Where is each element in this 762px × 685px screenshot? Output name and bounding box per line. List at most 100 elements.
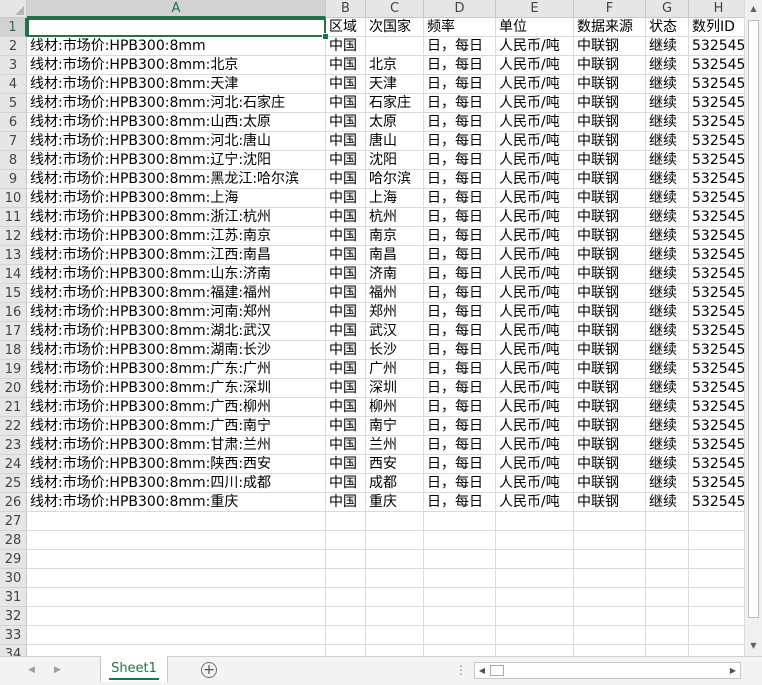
table-cell[interactable]: 线材:市场价:HPB300:8mm:重庆 bbox=[27, 493, 326, 512]
table-cell[interactable]: 中国 bbox=[326, 303, 366, 322]
table-cell[interactable]: 532545 bbox=[689, 132, 744, 151]
table-cell[interactable]: 继续 bbox=[646, 75, 689, 94]
empty-cell[interactable] bbox=[27, 607, 326, 626]
table-cell[interactable]: 深圳 bbox=[366, 379, 424, 398]
table-cell[interactable]: 中联钢 bbox=[574, 398, 646, 417]
empty-cell[interactable] bbox=[424, 531, 496, 550]
table-cell[interactable]: 日，每日 bbox=[424, 265, 496, 284]
table-cell[interactable]: 中国 bbox=[326, 474, 366, 493]
table-cell[interactable]: 人民币/吨 bbox=[496, 284, 574, 303]
sheet-tab-sheet1[interactable]: Sheet1 bbox=[100, 656, 168, 682]
table-cell[interactable]: 长沙 bbox=[366, 341, 424, 360]
scroll-down-icon[interactable]: ▼ bbox=[745, 638, 762, 654]
table-cell[interactable]: 532545 bbox=[689, 151, 744, 170]
empty-cell[interactable] bbox=[574, 569, 646, 588]
table-cell[interactable]: 日，每日 bbox=[424, 436, 496, 455]
empty-cell[interactable] bbox=[689, 645, 744, 656]
column-header-h[interactable]: H bbox=[689, 0, 744, 18]
table-cell[interactable]: 532545 bbox=[689, 94, 744, 113]
empty-cell[interactable] bbox=[326, 569, 366, 588]
table-cell[interactable]: 继续 bbox=[646, 94, 689, 113]
table-cell[interactable]: 532545 bbox=[689, 208, 744, 227]
table-cell[interactable]: 日，每日 bbox=[424, 455, 496, 474]
table-cell[interactable]: 日，每日 bbox=[424, 75, 496, 94]
table-cell[interactable]: 哈尔滨 bbox=[366, 170, 424, 189]
table-cell[interactable]: 中国 bbox=[326, 189, 366, 208]
table-cell[interactable]: 中国 bbox=[326, 246, 366, 265]
table-cell[interactable]: 中联钢 bbox=[574, 227, 646, 246]
empty-cell[interactable] bbox=[366, 626, 424, 645]
table-cell[interactable]: 人民币/吨 bbox=[496, 132, 574, 151]
header-cell-c[interactable]: 次国家 bbox=[366, 18, 424, 37]
empty-cell[interactable] bbox=[646, 531, 689, 550]
table-cell[interactable]: 中国 bbox=[326, 170, 366, 189]
table-cell[interactable]: 人民币/吨 bbox=[496, 113, 574, 132]
empty-cell[interactable] bbox=[366, 550, 424, 569]
empty-cell[interactable] bbox=[424, 512, 496, 531]
table-cell[interactable]: 中国 bbox=[326, 493, 366, 512]
add-sheet-button[interactable]: + bbox=[201, 662, 217, 678]
row-header-12[interactable]: 12 bbox=[0, 227, 27, 246]
row-header-29[interactable]: 29 bbox=[0, 550, 27, 569]
empty-cell[interactable] bbox=[326, 512, 366, 531]
empty-cell[interactable] bbox=[646, 569, 689, 588]
row-header-19[interactable]: 19 bbox=[0, 360, 27, 379]
table-cell[interactable]: 532545 bbox=[689, 455, 744, 474]
table-cell[interactable]: 532545 bbox=[689, 246, 744, 265]
empty-cell[interactable] bbox=[496, 512, 574, 531]
table-cell[interactable]: 中国 bbox=[326, 37, 366, 56]
row-header-1[interactable]: 1 bbox=[0, 18, 27, 37]
header-cell-e[interactable]: 单位 bbox=[496, 18, 574, 37]
table-cell[interactable]: 继续 bbox=[646, 455, 689, 474]
empty-cell[interactable] bbox=[27, 531, 326, 550]
row-header-2[interactable]: 2 bbox=[0, 37, 27, 56]
column-header-c[interactable]: C bbox=[366, 0, 424, 18]
table-cell[interactable]: 日，每日 bbox=[424, 474, 496, 493]
table-cell[interactable]: 继续 bbox=[646, 113, 689, 132]
table-cell[interactable]: 人民币/吨 bbox=[496, 189, 574, 208]
table-cell[interactable]: 继续 bbox=[646, 474, 689, 493]
row-header-11[interactable]: 11 bbox=[0, 208, 27, 227]
table-cell[interactable]: 中联钢 bbox=[574, 189, 646, 208]
table-cell[interactable]: 继续 bbox=[646, 379, 689, 398]
row-header-14[interactable]: 14 bbox=[0, 265, 27, 284]
table-cell[interactable]: 日，每日 bbox=[424, 493, 496, 512]
table-cell[interactable]: 中国 bbox=[326, 360, 366, 379]
empty-cell[interactable] bbox=[424, 607, 496, 626]
row-header-18[interactable]: 18 bbox=[0, 341, 27, 360]
row-header-9[interactable]: 9 bbox=[0, 170, 27, 189]
table-cell[interactable]: 532545 bbox=[689, 284, 744, 303]
table-cell[interactable]: 北京 bbox=[366, 56, 424, 75]
row-header-6[interactable]: 6 bbox=[0, 113, 27, 132]
empty-cell[interactable] bbox=[689, 588, 744, 607]
table-cell[interactable]: 继续 bbox=[646, 417, 689, 436]
table-cell[interactable]: 中国 bbox=[326, 265, 366, 284]
row-header-31[interactable]: 31 bbox=[0, 588, 27, 607]
row-header-21[interactable]: 21 bbox=[0, 398, 27, 417]
table-cell[interactable]: 中国 bbox=[326, 379, 366, 398]
table-cell[interactable]: 中国 bbox=[326, 341, 366, 360]
table-cell[interactable]: 日，每日 bbox=[424, 246, 496, 265]
table-cell[interactable]: 人民币/吨 bbox=[496, 56, 574, 75]
table-cell[interactable]: 福州 bbox=[366, 284, 424, 303]
row-header-32[interactable]: 32 bbox=[0, 607, 27, 626]
table-cell[interactable]: 继续 bbox=[646, 322, 689, 341]
row-header-24[interactable]: 24 bbox=[0, 455, 27, 474]
table-cell[interactable]: 中联钢 bbox=[574, 284, 646, 303]
table-cell[interactable]: 济南 bbox=[366, 265, 424, 284]
empty-cell[interactable] bbox=[689, 607, 744, 626]
table-cell[interactable]: 人民币/吨 bbox=[496, 322, 574, 341]
empty-cell[interactable] bbox=[646, 512, 689, 531]
table-cell[interactable]: 线材:市场价:HPB300:8mm:河北:唐山 bbox=[27, 132, 326, 151]
table-cell[interactable]: 中国 bbox=[326, 94, 366, 113]
table-cell[interactable]: 线材:市场价:HPB300:8mm:天津 bbox=[27, 75, 326, 94]
table-cell[interactable]: 线材:市场价:HPB300:8mm:甘肃:兰州 bbox=[27, 436, 326, 455]
table-cell[interactable]: 中国 bbox=[326, 436, 366, 455]
table-cell[interactable]: 人民币/吨 bbox=[496, 379, 574, 398]
table-cell[interactable]: 中联钢 bbox=[574, 436, 646, 455]
table-cell[interactable]: 南昌 bbox=[366, 246, 424, 265]
row-header-20[interactable]: 20 bbox=[0, 379, 27, 398]
vertical-scrollbar[interactable]: ▲ ▼ bbox=[744, 0, 762, 656]
empty-cell[interactable] bbox=[646, 550, 689, 569]
empty-cell[interactable] bbox=[574, 626, 646, 645]
